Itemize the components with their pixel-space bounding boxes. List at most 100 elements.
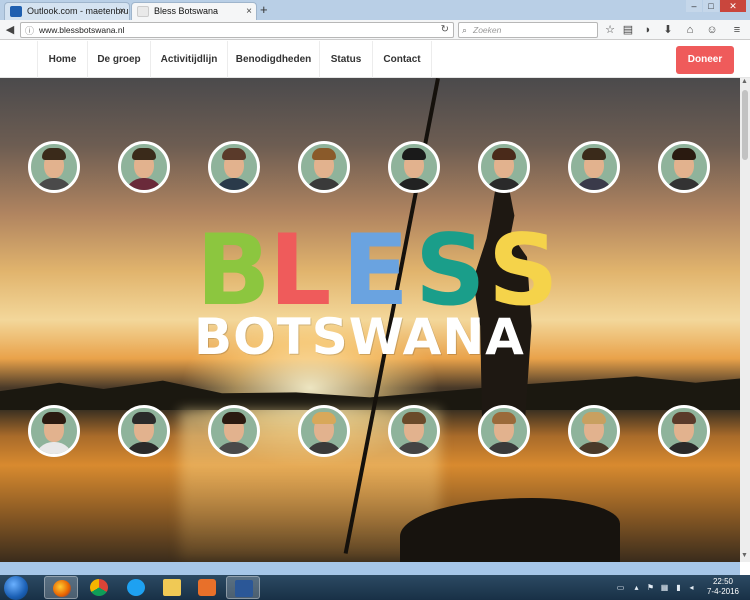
tab-bless-label: Bless Botswana — [154, 6, 219, 16]
team-avatar — [208, 141, 260, 193]
back-icon[interactable]: ◀ — [3, 23, 17, 37]
tray-battery-icon[interactable]: ▮ — [674, 583, 683, 592]
team-avatar — [568, 141, 620, 193]
window-close-button[interactable]: ✕ — [720, 0, 746, 12]
nav-activitijdlijn[interactable]: Activitijdlijn — [150, 41, 227, 78]
avatar-hair — [582, 148, 606, 160]
avatar-hair — [312, 412, 336, 424]
avatar-hair — [672, 412, 696, 424]
avatar-hair — [672, 148, 696, 160]
nav-home[interactable]: Home — [37, 41, 87, 78]
nav-status[interactable]: Status — [319, 41, 372, 78]
tray-network-icon[interactable]: ▦ — [660, 583, 669, 592]
taskbar-file-explorer[interactable] — [155, 576, 189, 599]
taskbar-word[interactable] — [226, 576, 260, 599]
avatar-body — [575, 442, 613, 454]
nav-de-groep[interactable]: De groep — [87, 41, 150, 78]
clock-time: 22:50 — [712, 577, 734, 586]
tab-bless-botswana[interactable]: Bless Botswana × — [131, 2, 257, 20]
avatar-body — [665, 442, 703, 454]
taskbar-internet-explorer[interactable] — [119, 576, 153, 599]
window-minimize-button[interactable]: – — [686, 0, 702, 12]
windows-taskbar: ▭ ▴ ⚑ ▦ ▮ ◂ 22:50 7-4-2016 — [0, 575, 750, 600]
scroll-thumb[interactable] — [742, 90, 748, 160]
bookmark-star-icon[interactable]: ☆ — [603, 23, 617, 37]
menu-icon[interactable]: ≡ — [730, 23, 744, 37]
address-bar[interactable]: ⓘ www.blessbotswana.nl ↻ — [20, 22, 454, 38]
avatar-body — [125, 178, 163, 190]
scroll-up-icon[interactable]: ▲ — [741, 78, 748, 85]
reading-list-icon[interactable]: ▤ — [621, 23, 635, 37]
nav-benodigdheden[interactable]: Benodigdheden — [227, 41, 319, 78]
search-placeholder: Zoeken — [473, 25, 502, 35]
avatar-hair — [132, 148, 156, 160]
bless-letter: S — [488, 214, 559, 328]
tab-outlook[interactable]: Outlook.com - maetenbru... × — [4, 2, 130, 20]
page-scrollbar[interactable]: ▲ ▼ — [740, 78, 750, 562]
avatar-body — [215, 178, 253, 190]
team-avatar — [28, 405, 80, 457]
search-icon: ⌕ — [462, 25, 468, 35]
avatar-body — [35, 178, 73, 190]
avatar-body — [395, 178, 433, 190]
team-avatar — [658, 141, 710, 193]
new-tab-button[interactable]: + — [260, 2, 268, 18]
team-avatar — [568, 405, 620, 457]
search-input[interactable]: ⌕ Zoeken — [458, 22, 598, 38]
scroll-down-icon[interactable]: ▼ — [741, 552, 748, 559]
avatar-hair — [402, 148, 426, 160]
team-avatar — [28, 141, 80, 193]
tray-flag-icon[interactable]: ⚑ — [646, 583, 655, 592]
internet-explorer-icon — [127, 579, 145, 596]
avatar-body — [485, 442, 523, 454]
url-text: www.blessbotswana.nl — [39, 25, 125, 35]
firefox-icon — [53, 580, 71, 597]
avatar-hair — [42, 412, 66, 424]
avatar-body — [485, 178, 523, 190]
donate-button[interactable]: Doneer — [676, 46, 734, 74]
botswana-subtitle: BOTSWANA — [194, 308, 525, 366]
reload-icon[interactable]: ↻ — [441, 23, 449, 37]
taskbar-firefox[interactable] — [44, 576, 78, 599]
tab-close-icon[interactable]: × — [246, 3, 252, 20]
start-button[interactable] — [4, 576, 28, 600]
nav-contact[interactable]: Contact — [372, 41, 432, 78]
pocket-icon[interactable]: ◗ — [641, 23, 655, 37]
avatar-hair — [42, 148, 66, 160]
taskbar-media-player[interactable] — [190, 576, 224, 599]
bless-letter: E — [342, 214, 409, 328]
avatar-body — [35, 442, 73, 454]
site-header: Home De groep Activitijdlijn Benodigdhed… — [0, 41, 750, 78]
avatar-hair — [132, 412, 156, 424]
word-icon — [235, 580, 253, 597]
team-avatar — [658, 405, 710, 457]
tray-volume-icon[interactable]: ◂ — [687, 583, 696, 592]
home-icon[interactable]: ⌂ — [683, 23, 697, 37]
team-avatar — [298, 405, 350, 457]
page-footer-strip — [0, 562, 740, 575]
system-clock[interactable]: 22:50 7-4-2016 — [698, 577, 748, 597]
tab-close-icon[interactable]: × — [119, 3, 125, 20]
avatar-hair — [492, 148, 516, 160]
avatar-hair — [222, 412, 246, 424]
taskbar-chrome[interactable] — [82, 576, 116, 599]
team-avatar — [298, 141, 350, 193]
tab-outlook-label: Outlook.com - maetenbru... — [27, 6, 130, 16]
site-info-icon[interactable]: ⓘ — [25, 24, 34, 38]
avatar-body — [665, 178, 703, 190]
window-maximize-button[interactable]: □ — [703, 0, 719, 12]
download-icon[interactable]: ⬇ — [661, 23, 675, 37]
bless-letter: L — [269, 214, 332, 328]
avatar-hair — [402, 412, 426, 424]
team-avatar — [208, 405, 260, 457]
chat-icon[interactable]: ☺ — [705, 23, 719, 37]
tray-arrow-icon[interactable]: ▴ — [632, 583, 641, 592]
team-avatar — [118, 405, 170, 457]
avatar-hair — [582, 412, 606, 424]
browser-navigation-bar: ◀ ⓘ www.blessbotswana.nl ↻ ⌕ Zoeken ☆ ▤ … — [0, 20, 750, 40]
tray-keyboard-icon[interactable]: ▭ — [616, 583, 625, 592]
avatar-body — [305, 178, 343, 190]
team-avatar — [388, 141, 440, 193]
avatar-body — [125, 442, 163, 454]
avatar-body — [575, 178, 613, 190]
